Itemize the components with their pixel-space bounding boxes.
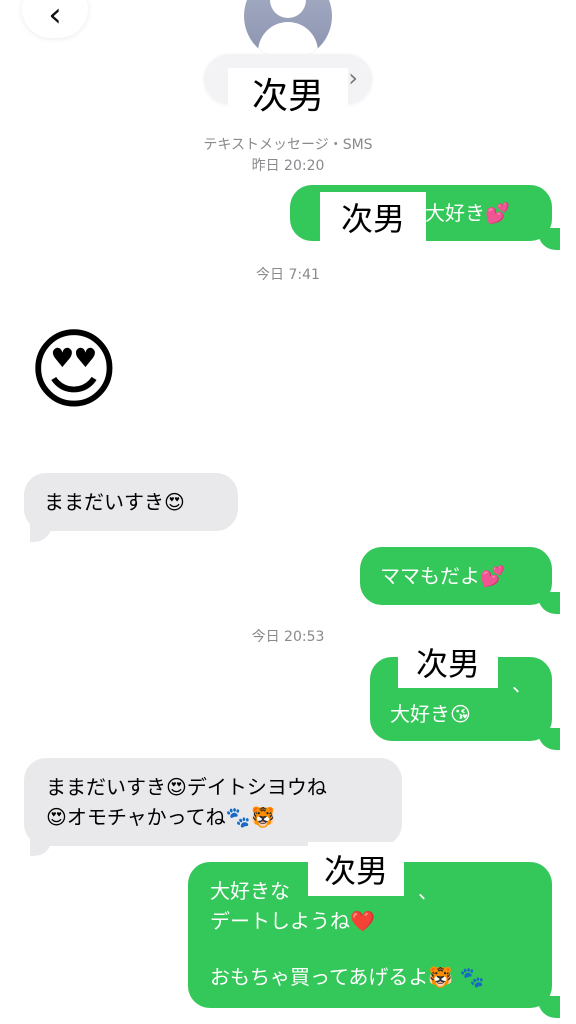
bubble-tail [538,228,560,250]
timestamp-today-741: 今日 7:41 [256,267,320,283]
message-line-2: デートしようね❤️ [210,909,375,933]
message-line-1: ままだいすき😍デイトシヨウね [46,775,327,799]
message-line-3: おもちゃ買ってあげるよ🐯 🐾 [210,965,485,989]
service-label: テキストメッセージ・SMS [203,137,373,153]
contact-name-label: 次男 [228,68,348,118]
chevron-left-icon: ‹ [48,0,62,35]
big-emoji-message[interactable]: 😍 [28,320,120,420]
message-text: ままだいすき😍 [44,490,185,514]
incoming-message-1[interactable]: ままだいすき😍 [24,473,238,531]
name-overlay: 次男 [320,192,426,242]
timestamp-yesterday: 昨日 20:20 [251,158,325,174]
bubble-tail [538,996,560,1018]
chevron-right-icon: › [348,64,358,92]
avatar[interactable] [244,0,332,60]
message-text: 大好き💕 [425,201,510,225]
name-overlay: 次男 [398,636,498,688]
name-overlay: 次男 [308,842,404,896]
outgoing-message-2[interactable]: ママもだよ💕 [360,547,552,605]
bubble-tail [538,592,560,614]
bubble-tail [538,728,560,750]
message-text: ママもだよ💕 [380,564,505,588]
bubble-tail [30,834,52,856]
message-line-2: 大好き😘 [390,702,471,726]
bubble-tail [30,520,52,542]
avatar-head-shape [270,0,306,18]
back-button[interactable]: ‹ [22,0,88,38]
incoming-message-2[interactable]: ままだいすき😍デイトシヨウね 😍オモチャかってね🐾🐯 [24,758,402,846]
message-line-2: 😍オモチャかってね🐾🐯 [46,805,276,829]
